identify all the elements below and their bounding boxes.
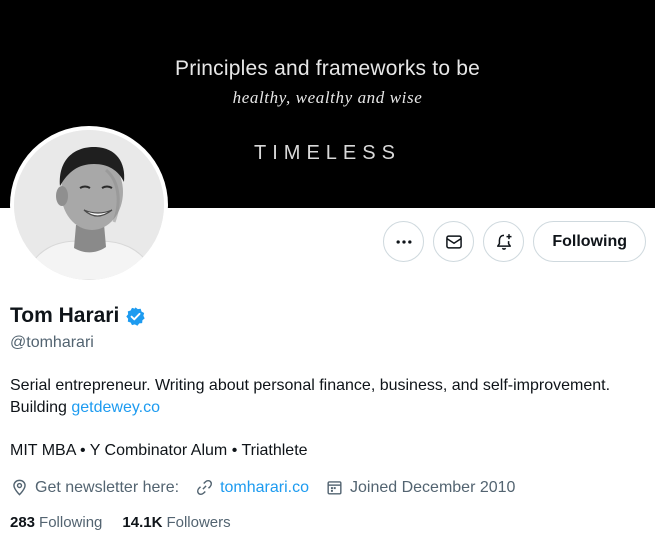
profile-handle: @tomharari [10,334,94,351]
following-stat[interactable]: 283 Following [10,514,102,531]
link-icon [197,480,213,495]
profile-tagline: MIT MBA • Y Combinator Alum • Triathlete [10,442,308,459]
banner-subheadline: healthy, wealthy and wise [232,88,423,107]
profile-actions: Following [383,221,646,262]
bio-link[interactable]: getdewey.co [71,399,160,416]
following-button[interactable]: Following [533,221,646,262]
more-icon [396,239,412,244]
profile-name: Tom Harari [10,304,120,327]
following-label: Following [39,514,103,531]
profile-bio: Serial entrepreneur. Writing about perso… [10,375,640,419]
joined-item: Joined December 2010 [325,478,515,497]
avatar[interactable] [10,126,168,284]
location-item: Get newsletter here: [10,478,179,497]
followers-stat[interactable]: 14.1K Followers [122,514,230,531]
profile-name-row: Tom Harari [10,304,146,328]
profile-stats: 283 Following 14.1K Followers [10,514,251,531]
avatar-photo [14,130,164,280]
location-text: Get newsletter here: [35,478,180,496]
website-link[interactable]: tomharari.co [220,479,309,497]
notify-button[interactable] [483,221,525,262]
location-pin-icon [13,479,26,496]
bell-plus-icon [496,233,512,250]
followers-label: Followers [166,514,231,531]
mail-icon [446,234,462,249]
more-button[interactable] [383,221,425,262]
joined-text: Joined December 2010 [350,478,516,496]
verified-badge-icon[interactable] [125,306,146,327]
profile-meta: Get newsletter here: tomharari.co Joined… [10,478,531,497]
following-count: 283 [10,514,36,531]
message-button[interactable] [433,221,475,262]
followers-count: 14.1K [122,514,163,531]
banner-headline: Principles and frameworks to be [175,57,480,80]
website-item[interactable]: tomharari.co [195,478,309,497]
calendar-icon [327,481,342,495]
